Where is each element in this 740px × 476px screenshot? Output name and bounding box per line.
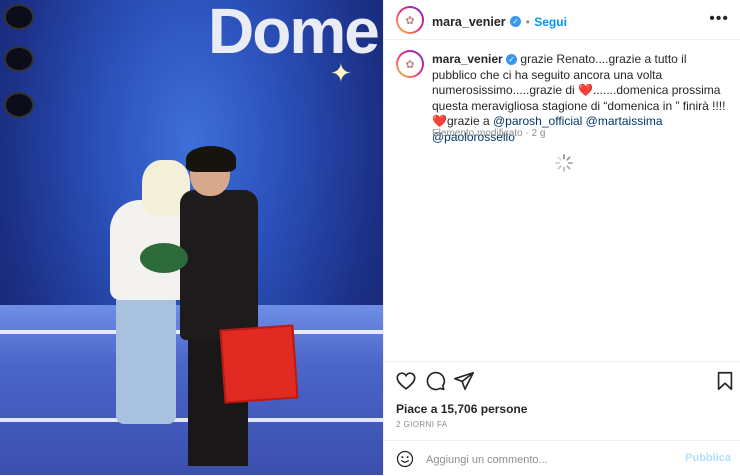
bouquet	[140, 243, 188, 273]
mention-link[interactable]: @martaissima	[586, 114, 663, 128]
mention-link[interactable]: @parosh_official	[493, 114, 582, 128]
separator-dot: •	[525, 15, 530, 29]
bookmark-icon[interactable]	[714, 370, 736, 392]
comment-bar: Pubblica	[384, 440, 740, 476]
verified-icon: ✓	[506, 54, 518, 66]
emoji-icon[interactable]	[396, 450, 414, 468]
post-header: ✿ mara_venier ✓ • Segui •••	[384, 0, 740, 40]
follow-button[interactable]: Segui	[534, 15, 567, 29]
share-icon[interactable]	[453, 370, 475, 392]
publish-button[interactable]: Pubblica	[685, 452, 731, 464]
edited-meta: Elemento modificato · 2 g	[432, 128, 546, 139]
woman-figure	[110, 160, 190, 460]
post-side-panel: ✿ mara_venier ✓ • Segui ••• ✿ mara_venie…	[383, 0, 740, 475]
caption-username[interactable]: mara_venier	[432, 52, 503, 66]
header-username[interactable]: mara_venier	[432, 15, 506, 29]
heart-icon[interactable]	[395, 370, 417, 392]
caption-avatar[interactable]: ✿	[396, 50, 424, 78]
caption-part: grazie a	[446, 114, 493, 128]
heart-emoji: ❤️	[432, 114, 447, 128]
red-gift-box	[219, 324, 299, 404]
more-icon[interactable]: •••	[709, 10, 729, 28]
post-actions: Piace a 15,706 persone 2 GIORNI FA Pubbl…	[384, 361, 740, 475]
verified-icon: ✓	[510, 16, 522, 28]
likes-count[interactable]: Piace a 15,706 persone	[396, 402, 527, 416]
loading-spinner-icon	[555, 154, 573, 172]
comment-input[interactable]	[424, 449, 668, 471]
post-image[interactable]: Dome ✦	[0, 0, 383, 475]
edited-label: Elemento modificato	[432, 128, 523, 139]
sparkle-icon: ✦	[330, 58, 352, 88]
man-figure	[180, 146, 260, 470]
heart-emoji: ❤️	[578, 83, 594, 97]
post-time[interactable]: 2 GIORNI FA	[396, 420, 448, 429]
comment-icon[interactable]	[424, 370, 446, 392]
edited-time[interactable]: 2 g	[532, 128, 546, 139]
stage-lights	[0, 0, 34, 140]
avatar[interactable]: ✿	[396, 6, 424, 34]
